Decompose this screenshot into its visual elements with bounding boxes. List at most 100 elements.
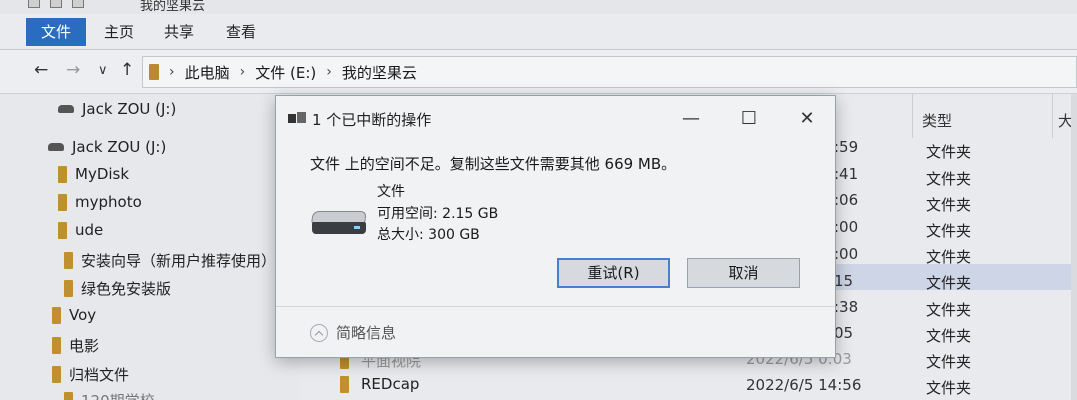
tree-item-label: 归档文件: [69, 366, 130, 384]
modified-date: :38: [834, 298, 859, 316]
list-item[interactable]: REDcap: [340, 375, 419, 393]
file-name: REDcap: [361, 375, 420, 393]
type-cell: 文件夹: [926, 327, 972, 345]
tab-file[interactable]: 文件: [26, 18, 86, 46]
type-cell: 文件夹: [926, 143, 972, 161]
tree-item-voy[interactable]: Voy: [52, 306, 96, 324]
window-title: 我的坚果云: [140, 0, 206, 14]
tab-view[interactable]: 查看: [214, 18, 268, 46]
tree-item-setup-wizard[interactable]: 安装向导（新用户推荐使用）: [64, 250, 276, 271]
tree-item-myphoto[interactable]: myphoto: [58, 193, 142, 211]
divider: [276, 306, 835, 307]
folder-icon: [58, 165, 67, 183]
breadcrumb-separator[interactable]: ›: [240, 64, 246, 80]
type-cell: 文件夹: [926, 379, 972, 397]
fewer-details-label: 简略信息: [336, 324, 397, 342]
tree-item-archive[interactable]: 归档文件: [52, 364, 129, 385]
copy-operation-icon: [288, 112, 306, 124]
tree-item-drive-j-expanded[interactable]: Jack ZOU (J:): [48, 138, 166, 156]
close-button[interactable]: ✕: [792, 108, 822, 129]
tree-item-label: 电影: [69, 337, 100, 355]
tree-item-label: Voy: [69, 306, 97, 324]
scrollbar[interactable]: [1071, 94, 1077, 400]
column-header-type[interactable]: 类型: [922, 110, 952, 131]
tree-item-label: 安装向导（新用户推荐使用）: [81, 252, 277, 270]
dialog-title: 1 个已中断的操作: [312, 111, 432, 129]
modified-date: :00: [834, 245, 859, 263]
tree-item-drive-j[interactable]: Jack ZOU (J:): [58, 100, 176, 118]
type-cell: 文件夹: [926, 196, 972, 214]
folder-icon: [64, 252, 73, 269]
column-divider[interactable]: [912, 94, 913, 138]
navigation-tree: Jack ZOU (J:) Jack ZOU (J:) MyDisk mypho…: [0, 94, 300, 400]
address-bar[interactable]: › 此电脑 › 文件 (E:) › 我的坚果云: [142, 56, 1077, 88]
tree-item-ude[interactable]: ude: [58, 221, 103, 239]
total-size: 总大小: 300 GB: [377, 227, 480, 243]
modified-date: :00: [834, 218, 859, 236]
type-cell: 文件夹: [926, 301, 972, 319]
forward-button[interactable]: →: [66, 60, 80, 80]
maximize-button[interactable]: ☐: [734, 108, 764, 129]
tab-home[interactable]: 主页: [92, 18, 146, 46]
folder-icon: [64, 392, 73, 400]
breadcrumb-current-folder[interactable]: 我的坚果云: [342, 62, 417, 83]
type-cell: 文件夹: [926, 222, 972, 240]
recent-locations-button[interactable]: ∨: [98, 63, 108, 78]
tree-item-mydisk[interactable]: MyDisk: [58, 165, 129, 183]
modified-date: 2022/6/5 14:56: [746, 376, 862, 394]
folder-icon: [58, 221, 67, 239]
drive-icon: [48, 143, 64, 151]
type-cell: 文件夹: [926, 274, 972, 292]
interrupted-operation-dialog: 1 个已中断的操作 — ☐ ✕ 文件 上的空间不足。复制这些文件需要其他 669…: [275, 95, 836, 358]
chevron-up-icon: [310, 323, 328, 342]
tree-item-label: 绿色免安装版: [81, 280, 172, 298]
tree-item-movies[interactable]: 电影: [52, 335, 99, 356]
navigation-bar: ← → ∨ ↑ › 此电脑 › 文件 (E:) › 我的坚果云: [0, 50, 1077, 94]
breadcrumb-drive-e[interactable]: 文件 (E:): [255, 62, 316, 83]
title-bar: 我的坚果云: [0, 0, 1077, 14]
minimize-button[interactable]: —: [676, 108, 706, 129]
type-cell: 文件夹: [926, 170, 972, 188]
dialog-title-bar: 1 个已中断的操作 — ☐ ✕: [276, 96, 835, 142]
tree-item-partial[interactable]: 120期学校: [64, 390, 155, 400]
tree-item-label: Jack ZOU (J:): [72, 138, 167, 156]
tree-item-label: ude: [75, 221, 104, 239]
folder-icon: [149, 64, 159, 80]
folder-icon: [64, 280, 73, 297]
tree-item-label: Jack ZOU (J:): [82, 100, 177, 118]
back-button[interactable]: ←: [34, 60, 48, 80]
modified-date: 15: [834, 272, 854, 290]
ribbon: 文件 主页 共享 查看: [0, 14, 1077, 50]
modified-date: :06: [834, 191, 859, 209]
tab-share[interactable]: 共享: [152, 18, 206, 46]
quick-access-toolbar: [28, 0, 84, 8]
modified-date: 05: [834, 324, 854, 342]
breadcrumb-this-pc[interactable]: 此电脑: [185, 62, 230, 83]
drive-name: 文件: [377, 184, 405, 200]
new-folder-icon[interactable]: [72, 0, 84, 8]
folder-icon: [52, 306, 61, 324]
folder-icon: [340, 375, 349, 393]
retry-button[interactable]: 重试(R): [557, 258, 670, 288]
error-message: 文件 上的空间不足。复制这些文件需要其他 669 MB。: [310, 155, 677, 173]
modified-date: :41: [834, 165, 859, 183]
tree-item-label: MyDisk: [75, 165, 130, 183]
folder-icon: [58, 193, 67, 211]
fewer-details-toggle[interactable]: 简略信息: [310, 322, 396, 343]
modified-date: :59: [834, 138, 859, 156]
column-divider[interactable]: [1052, 94, 1053, 138]
cancel-button[interactable]: 取消: [687, 258, 800, 288]
drive-icon: [58, 105, 74, 113]
folder-icon: [52, 337, 61, 354]
folder-icon[interactable]: [28, 0, 40, 8]
type-cell: 文件夹: [926, 353, 972, 371]
up-button[interactable]: ↑: [120, 60, 134, 80]
hard-drive-icon: [311, 211, 367, 237]
type-cell: 文件夹: [926, 248, 972, 266]
breadcrumb-separator[interactable]: ›: [169, 64, 175, 80]
tree-item-portable[interactable]: 绿色免安装版: [64, 278, 171, 299]
tree-item-label: 120期学校: [81, 390, 155, 400]
breadcrumb-separator[interactable]: ›: [326, 64, 332, 80]
properties-icon[interactable]: [50, 0, 62, 8]
free-space: 可用空间: 2.15 GB: [377, 206, 499, 222]
